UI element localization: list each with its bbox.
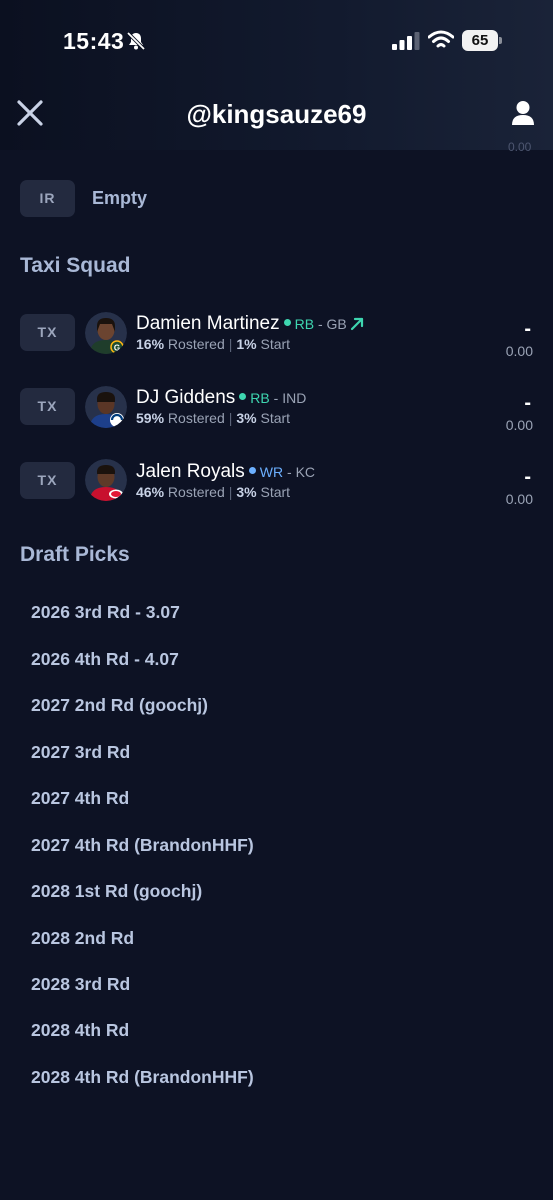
taxi-slot-tag: TX — [20, 462, 75, 499]
player-points: 0.00 — [505, 491, 533, 507]
rostered-pct: 16% — [136, 336, 165, 352]
partial-value: 0.00 — [508, 140, 532, 154]
player-team: IND — [282, 390, 307, 406]
player-score: - — [524, 318, 531, 340]
draft-pick-item[interactable]: 2027 4th Rd (BrandonHHF) — [31, 835, 254, 856]
rostered-pct: 59% — [136, 410, 165, 426]
draft-pick-item[interactable]: 2028 4th Rd (BrandonHHF) — [31, 1067, 254, 1088]
draft-pick-item[interactable]: 2027 3rd Rd — [31, 742, 130, 763]
player-score: - — [524, 466, 531, 488]
rostered-label: Rostered — [167, 410, 225, 426]
player-name: Damien Martinez — [136, 313, 280, 334]
player-name: Jalen Royals — [136, 461, 245, 482]
draft-pick-item[interactable]: 2028 4th Rd — [31, 1020, 129, 1041]
trend-up-icon — [350, 317, 363, 331]
player-stats: 46% Rostered | 3% Start — [136, 484, 291, 500]
draft-pick-item[interactable]: 2027 4th Rd — [31, 788, 129, 809]
ir-slot-tag: IR — [20, 180, 75, 217]
player-points: 0.00 — [505, 417, 533, 433]
start-pct: 3% — [236, 484, 257, 500]
player-stats: 59% Rostered | 3% Start — [136, 410, 291, 426]
taxi-slot-tag: TX — [20, 314, 75, 351]
position-dot — [283, 319, 291, 327]
player-name-line: DJ Giddens RB - IND — [136, 387, 307, 408]
player-name: DJ Giddens — [136, 387, 236, 408]
player-name-line: Jalen Royals WR - KC — [136, 461, 316, 482]
rostered-label: Rostered — [167, 484, 225, 500]
position-dot — [239, 393, 247, 401]
player-avatar — [85, 386, 127, 428]
draft-pick-item[interactable]: 2026 3rd Rd - 3.07 — [31, 602, 180, 623]
wifi-icon — [428, 30, 454, 48]
start-label: Start — [260, 410, 291, 426]
ir-empty-label: Empty — [92, 188, 148, 208]
start-pct: 1% — [236, 336, 257, 352]
player-stats: 16% Rostered | 1% Start — [136, 336, 291, 352]
position-dot — [248, 467, 256, 475]
draft-pick-item[interactable]: 2028 3rd Rd — [31, 974, 130, 995]
start-label: Start — [260, 336, 291, 352]
rostered-pct: 46% — [136, 484, 165, 500]
player-position: RB — [250, 390, 270, 406]
player-team: GB — [326, 316, 347, 332]
svg-text:G: G — [114, 344, 120, 353]
user-icon[interactable] — [511, 100, 535, 126]
status-time: 15:43 — [63, 28, 125, 54]
signal-icon — [392, 32, 420, 50]
draft-pick-item[interactable]: 2028 1st Rd (goochj) — [31, 881, 202, 902]
draft-pick-item[interactable]: 2026 4th Rd - 4.07 — [31, 649, 179, 670]
player-name-line: Damien Martinez RB - GB — [136, 313, 364, 335]
player-points: 0.00 — [505, 343, 533, 359]
player-position: RB — [294, 316, 315, 332]
rostered-label: Rostered — [167, 336, 225, 352]
bell-slash-icon — [126, 31, 146, 51]
player-score: - — [524, 392, 531, 414]
start-pct: 3% — [236, 410, 257, 426]
draft-pick-item[interactable]: 2027 2nd Rd (goochj) — [31, 695, 208, 716]
player-position: WR — [259, 464, 284, 480]
taxi-slot-tag: TX — [20, 388, 75, 425]
start-label: Start — [260, 484, 291, 500]
page-title: @kingsauze69 — [186, 99, 367, 129]
player-avatar: G — [85, 312, 127, 354]
taxi-squad-title: Taxi Squad — [20, 254, 131, 277]
battery-icon: 65 — [462, 30, 498, 51]
draft-picks-title: Draft Picks — [20, 543, 130, 566]
status-bar: 15:43 65 — [0, 0, 553, 80]
player-team: KC — [295, 464, 316, 480]
draft-pick-item[interactable]: 2028 2nd Rd — [31, 928, 134, 949]
player-avatar — [85, 459, 127, 501]
battery-tip — [499, 37, 502, 44]
